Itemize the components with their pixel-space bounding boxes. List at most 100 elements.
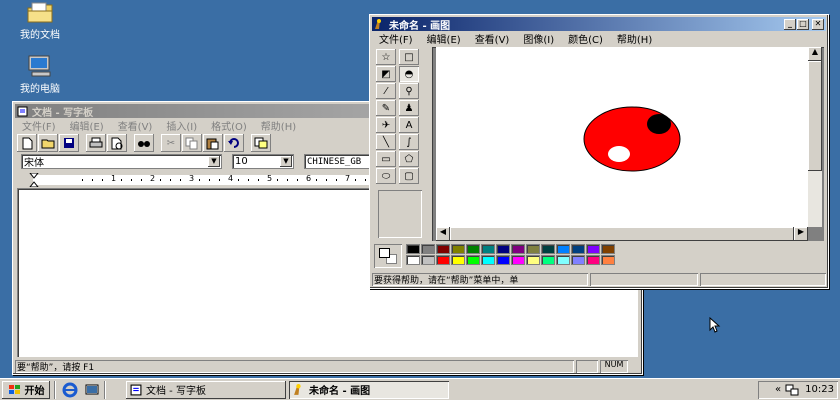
fill-tool-icon[interactable]: ◓ — [399, 66, 419, 82]
color-swatch[interactable] — [511, 244, 525, 254]
copy-icon[interactable] — [182, 134, 202, 152]
polygon-tool-icon[interactable]: ⬠ — [399, 151, 419, 167]
clock[interactable]: 10:23 — [805, 384, 834, 395]
eraser-tool-icon[interactable]: ◩ — [376, 66, 396, 82]
find-icon[interactable] — [134, 134, 154, 152]
color-swatch[interactable] — [601, 244, 615, 254]
scroll-left-icon[interactable]: ◀ — [436, 227, 450, 241]
scroll-right-icon[interactable]: ▶ — [794, 227, 808, 241]
insert-datetime-icon[interactable] — [251, 134, 271, 152]
minimize-button[interactable]: _ — [784, 18, 796, 30]
scroll-thumb[interactable] — [450, 227, 794, 241]
desktop-icon-my-documents[interactable]: 我的文档 — [10, 2, 70, 41]
rectangle-tool-icon[interactable]: ▭ — [376, 151, 396, 167]
color-swatch[interactable] — [481, 255, 495, 265]
print-preview-icon[interactable] — [107, 134, 127, 152]
ruler-tick — [277, 179, 278, 181]
menu-help[interactable]: 帮助(H) — [610, 31, 659, 46]
menu-edit[interactable]: 编辑(E) — [420, 31, 468, 46]
paint-titlebar[interactable]: 未命名 - 画图 _ □ ✕ — [372, 17, 826, 32]
chevron-down-icon[interactable]: ▼ — [208, 156, 220, 167]
menu-file[interactable]: 文件(F) — [372, 31, 420, 46]
ruler-tick — [297, 179, 298, 181]
color-swatch[interactable] — [586, 244, 600, 254]
line-tool-icon[interactable]: ╲ — [376, 134, 396, 150]
rect-select-tool-icon[interactable]: □ — [399, 49, 419, 65]
show-desktop-icon[interactable] — [84, 382, 100, 398]
network-icon[interactable] — [785, 384, 799, 396]
color-swatch[interactable] — [496, 255, 510, 265]
brush-tool-icon[interactable]: ♟ — [399, 100, 419, 116]
color-swatch[interactable] — [466, 255, 480, 265]
color-swatch[interactable] — [571, 244, 585, 254]
new-icon[interactable] — [17, 134, 37, 152]
font-size-value: 10 — [235, 156, 248, 167]
color-swatch[interactable] — [541, 244, 555, 254]
task-paint[interactable]: 未命名 - 画图 — [289, 380, 449, 399]
desktop-icon-my-computer[interactable]: 我的电脑 — [10, 54, 70, 95]
task-wordpad[interactable]: 文档 - 写字板 — [126, 381, 286, 399]
color-swatch[interactable] — [511, 255, 525, 265]
color-swatch[interactable] — [436, 255, 450, 265]
color-swatch[interactable] — [421, 244, 435, 254]
tray-expand-icon[interactable]: « — [775, 384, 781, 395]
font-name-select[interactable]: 宋体 ▼ — [21, 154, 222, 169]
color-swatch[interactable] — [481, 244, 495, 254]
paste-icon[interactable] — [203, 134, 223, 152]
print-icon[interactable] — [86, 134, 106, 152]
white-dot-shape — [608, 146, 630, 162]
save-icon[interactable] — [59, 134, 79, 152]
indent-marker-icon[interactable] — [29, 173, 39, 187]
start-button[interactable]: 开始 — [2, 381, 50, 399]
font-size-select[interactable]: 10 ▼ — [232, 154, 294, 169]
color-swatch[interactable] — [451, 255, 465, 265]
ellipse-tool-icon[interactable]: ⬭ — [376, 168, 396, 184]
ie-icon[interactable] — [62, 382, 78, 398]
color-swatch[interactable] — [526, 244, 540, 254]
color-swatch[interactable] — [421, 255, 435, 265]
free-select-tool-icon[interactable]: ☆ — [376, 49, 396, 65]
color-swatch[interactable] — [556, 255, 570, 265]
scroll-thumb[interactable] — [808, 61, 822, 171]
curve-tool-icon[interactable]: ∫ — [399, 134, 419, 150]
current-colors[interactable] — [374, 244, 402, 268]
pencil-tool-icon[interactable]: ✎ — [376, 100, 396, 116]
color-swatch[interactable] — [436, 244, 450, 254]
tool-options-box[interactable] — [378, 190, 422, 238]
magnifier-tool-icon[interactable]: ⚲ — [399, 83, 419, 99]
picker-tool-icon[interactable]: ⁄ — [376, 83, 396, 99]
scroll-up-icon[interactable]: ▲ — [808, 47, 822, 61]
menu-insert[interactable]: 插入(I) — [159, 118, 204, 133]
color-swatch[interactable] — [601, 255, 615, 265]
menu-format[interactable]: 格式(O) — [204, 118, 254, 133]
color-swatch[interactable] — [586, 255, 600, 265]
text-tool-icon[interactable]: A — [399, 117, 419, 133]
paint-canvas[interactable] — [436, 47, 808, 227]
color-swatch[interactable] — [466, 244, 480, 254]
undo-icon[interactable] — [224, 134, 244, 152]
open-icon[interactable] — [38, 134, 58, 152]
color-swatch[interactable] — [406, 255, 420, 265]
menu-file[interactable]: 文件(F) — [15, 118, 63, 133]
airbrush-tool-icon[interactable]: ✈ — [376, 117, 396, 133]
close-button[interactable]: ✕ — [812, 18, 824, 30]
color-swatch[interactable] — [571, 255, 585, 265]
color-swatch[interactable] — [541, 255, 555, 265]
color-swatch[interactable] — [451, 244, 465, 254]
horizontal-scrollbar[interactable]: ◀ ▶ — [436, 227, 808, 241]
rounded-rect-tool-icon[interactable]: ▢ — [399, 168, 419, 184]
chevron-down-icon[interactable]: ▼ — [280, 156, 292, 167]
menu-edit[interactable]: 编辑(E) — [63, 118, 111, 133]
color-swatch[interactable] — [526, 255, 540, 265]
maximize-button[interactable]: □ — [797, 18, 809, 30]
cut-icon[interactable]: ✂ — [161, 134, 181, 152]
menu-image[interactable]: 图像(I) — [516, 31, 561, 46]
color-swatch[interactable] — [556, 244, 570, 254]
menu-help[interactable]: 帮助(H) — [254, 118, 303, 133]
menu-view[interactable]: 查看(V) — [468, 31, 517, 46]
menu-view[interactable]: 查看(V) — [111, 118, 160, 133]
color-swatch[interactable] — [496, 244, 510, 254]
color-swatch[interactable] — [406, 244, 420, 254]
menu-colors[interactable]: 颜色(C) — [561, 31, 610, 46]
vertical-scrollbar[interactable]: ▲ — [808, 47, 822, 227]
